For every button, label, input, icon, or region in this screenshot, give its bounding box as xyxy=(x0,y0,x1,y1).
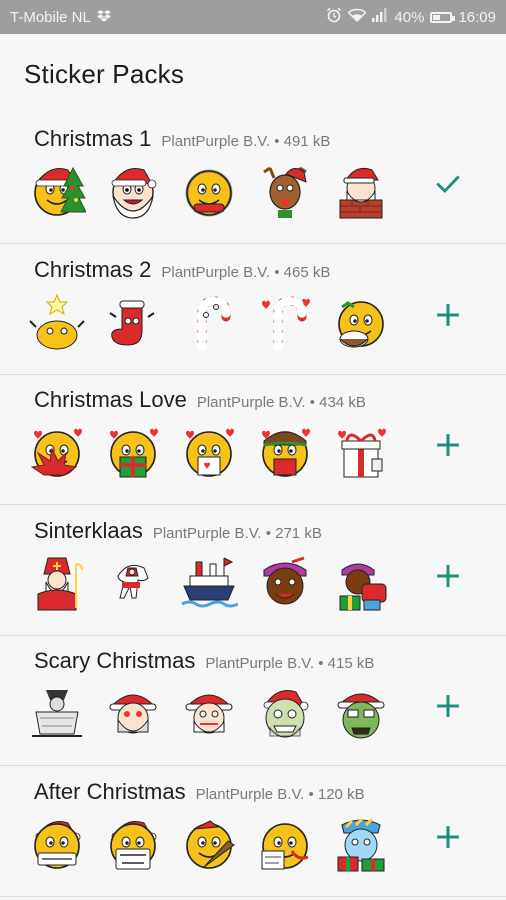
steamboat-sticker-icon xyxy=(180,554,238,612)
separator-dot: • xyxy=(261,525,276,542)
pack-header: Christmas 2 PlantPurple B.V. • 465 kB xyxy=(34,257,330,283)
page-title: Sticker Packs xyxy=(24,58,185,89)
sticker-pack-row[interactable]: Christmas Love PlantPurple B.V. • 434 kB xyxy=(0,375,506,505)
pack-name: Sinterklaas xyxy=(34,518,143,543)
pack-publisher: PlantPurple B.V. xyxy=(205,655,315,672)
pack-publisher: PlantPurple B.V. xyxy=(161,133,271,150)
pack-meta: PlantPurple B.V. • 491 kB xyxy=(161,133,330,150)
pack-size: 434 kB xyxy=(319,394,366,411)
zombie-santa-sticker-icon xyxy=(104,684,162,742)
smiley-with-bowl-sticker-icon xyxy=(332,293,390,351)
pack-size: 491 kB xyxy=(283,133,331,150)
red-stocking-sticker-icon xyxy=(104,293,162,351)
sticker-pack-row[interactable]: Scary Christmas PlantPurple B.V. • 415 kB xyxy=(0,636,506,766)
added-check-icon[interactable] xyxy=(430,166,466,202)
battery-icon xyxy=(430,11,456,23)
sticker-preview-row xyxy=(28,162,390,220)
smiley-with-love-card-sticker-icon xyxy=(180,423,238,481)
sticker-preview-row xyxy=(28,554,390,612)
reindeer-sticker-icon xyxy=(256,162,314,220)
pack-publisher: PlantPurple B.V. xyxy=(161,264,271,281)
carrier-label: T-Mobile NL xyxy=(10,8,91,26)
pack-size: 465 kB xyxy=(283,264,331,281)
pack-size: 120 kB xyxy=(317,786,365,803)
pack-publisher: PlantPurple B.V. xyxy=(195,786,305,803)
sinterklaas-sticker-icon xyxy=(28,554,86,612)
sticker-preview-row xyxy=(28,293,390,351)
pack-publisher: PlantPurple B.V. xyxy=(196,394,306,411)
gift-box-sticker-icon xyxy=(332,423,390,481)
separator-dot: • xyxy=(304,786,318,803)
pack-meta: PlantPurple B.V. • 120 kB xyxy=(196,786,365,803)
candy-cane-sticker-icon xyxy=(180,293,238,351)
pack-header: Scary Christmas PlantPurple B.V. • 415 kB xyxy=(34,648,374,674)
pack-meta: PlantPurple B.V. • 271 kB xyxy=(153,525,322,542)
pack-name: After Christmas xyxy=(34,779,186,804)
separator-dot: • xyxy=(305,394,320,411)
separator-dot: • xyxy=(270,264,284,281)
pack-header: After Christmas PlantPurple B.V. • 120 kB xyxy=(34,779,365,805)
pack-name: Christmas Love xyxy=(34,387,187,412)
pack-name: Christmas 2 xyxy=(34,257,152,282)
piet-with-presents-sticker-icon xyxy=(332,554,390,612)
green-zombie-sticker-icon xyxy=(332,684,390,742)
smiley-with-scarf-sticker-icon xyxy=(180,162,238,220)
white-horse-sticker-icon xyxy=(104,554,162,612)
add-pack-plus-icon[interactable] xyxy=(430,688,466,724)
smiley-with-gift-sticker-icon xyxy=(104,423,162,481)
add-pack-plus-icon[interactable] xyxy=(430,297,466,333)
pack-header: Christmas 1 PlantPurple B.V. • 491 kB xyxy=(34,126,330,152)
sticker-pack-row[interactable]: Christmas 2 PlantPurple B.V. • 465 kB xyxy=(0,245,506,375)
candy-cane-love-sticker-icon xyxy=(256,293,314,351)
smiley-its-over-sticker-icon xyxy=(104,815,162,873)
add-pack-plus-icon[interactable] xyxy=(430,427,466,463)
santa-in-chimney-sticker-icon xyxy=(332,162,390,220)
sticker-pack-row[interactable]: Christmas 1 PlantPurple B.V. • 491 kB xyxy=(0,114,506,244)
smiley-overate-sticker-icon xyxy=(28,815,86,873)
add-pack-plus-icon[interactable] xyxy=(430,819,466,855)
pack-publisher: PlantPurple B.V. xyxy=(152,525,262,542)
smiley-with-star-sticker-icon xyxy=(28,293,86,351)
zombie-santa-2-sticker-icon xyxy=(180,684,238,742)
piet-face-sticker-icon xyxy=(256,554,314,612)
sticker-preview-row xyxy=(28,684,390,742)
pack-meta: PlantPurple B.V. • 415 kB xyxy=(205,655,374,672)
sticker-pack-row[interactable]: After Christmas PlantPurple B.V. • 120 kB xyxy=(0,767,506,897)
sticker-preview-row xyxy=(28,815,390,873)
pack-meta: PlantPurple B.V. • 434 kB xyxy=(197,394,366,411)
signal-icon xyxy=(372,8,388,26)
pack-header: Christmas Love PlantPurple B.V. • 434 kB xyxy=(34,387,366,413)
pack-name: Scary Christmas xyxy=(34,648,196,673)
santa-face-sticker-icon xyxy=(104,162,162,220)
smiley-elf-love-sticker-icon xyxy=(256,423,314,481)
pack-header: Sinterklaas PlantPurple B.V. • 271 kB xyxy=(34,518,322,544)
clock: 16:09 xyxy=(458,8,496,26)
sticker-preview-row xyxy=(28,423,390,481)
smiley-with-tree-down-sticker-icon xyxy=(180,815,238,873)
smiley-too-much-sticker-icon xyxy=(256,815,314,873)
sticker-pack-row[interactable]: Sinterklaas PlantPurple B.V. • 271 kB xyxy=(0,506,506,636)
pack-size: 415 kB xyxy=(327,655,375,672)
frozen-smiley-gifts-sticker-icon xyxy=(332,815,390,873)
smiley-with-poinsettia-sticker-icon xyxy=(28,423,86,481)
pack-name: Christmas 1 xyxy=(34,126,152,151)
zombie-face-sticker-icon xyxy=(256,684,314,742)
status-bar: T-Mobile NL 40% 16:09 xyxy=(0,0,506,34)
app-bar: Sticker Packs xyxy=(0,34,506,114)
separator-dot: • xyxy=(270,133,284,150)
dropbox-icon xyxy=(96,9,111,26)
add-pack-plus-icon[interactable] xyxy=(430,558,466,594)
wifi-icon xyxy=(347,8,368,26)
grim-sled-sticker-icon xyxy=(28,684,86,742)
separator-dot: • xyxy=(314,655,328,672)
battery-percent: 40% xyxy=(394,8,425,26)
alarm-icon xyxy=(326,7,342,27)
smiley-with-tree-sticker-icon xyxy=(28,162,86,220)
pack-meta: PlantPurple B.V. • 465 kB xyxy=(161,264,330,281)
pack-size: 271 kB xyxy=(275,525,322,542)
